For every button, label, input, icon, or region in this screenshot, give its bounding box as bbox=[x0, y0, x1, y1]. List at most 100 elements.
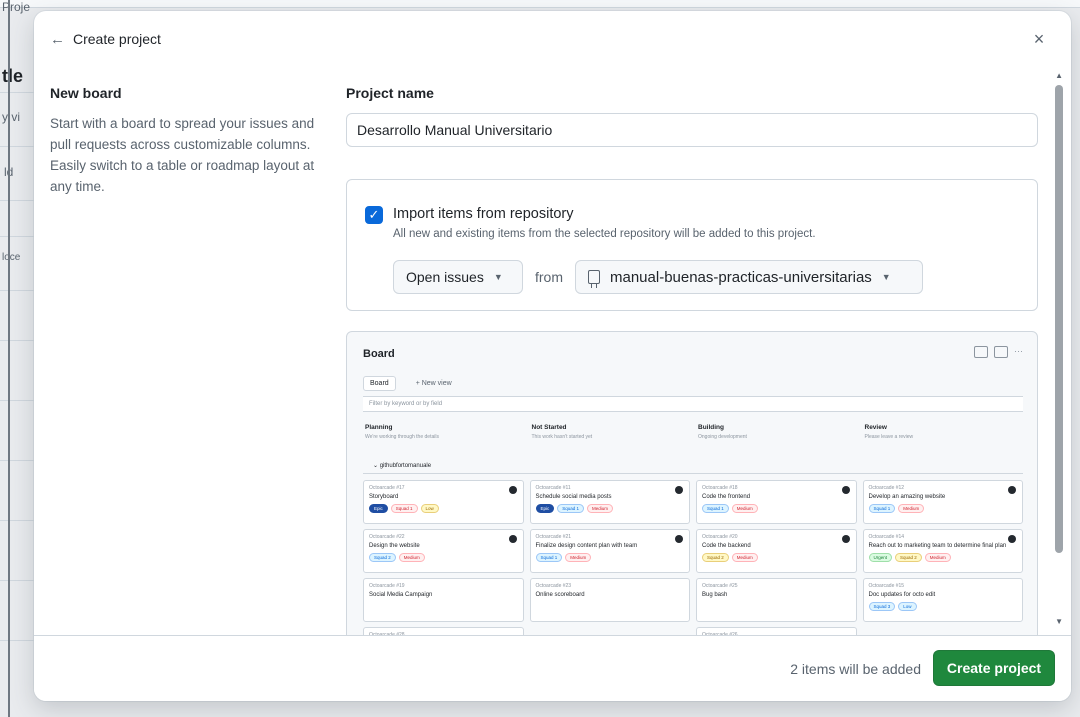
back-button[interactable]: ← Create project bbox=[50, 31, 161, 48]
board-preview-image: Board ··· Board + New view Filter by key… bbox=[346, 331, 1038, 651]
project-name-input[interactable] bbox=[346, 113, 1038, 147]
backdrop-divider bbox=[0, 290, 34, 291]
caret-down-icon: ▼ bbox=[881, 272, 891, 282]
repository-select[interactable]: manual-buenas-practicas-universitarias ▼ bbox=[575, 260, 923, 294]
collapse-icon: ⌄ bbox=[373, 463, 380, 469]
preview-card-meta: Octoarcade #20 bbox=[702, 534, 738, 540]
preview-card-label: Medium bbox=[924, 553, 951, 562]
avatar bbox=[508, 486, 517, 494]
dialog-header: ← Create project × bbox=[34, 11, 1071, 67]
issue-filter-label: Open issues bbox=[406, 269, 484, 285]
arrow-left-icon: ← bbox=[50, 30, 65, 48]
preview-card-label: Urgent bbox=[868, 553, 893, 562]
close-icon[interactable]: × bbox=[1029, 29, 1049, 49]
preview-card-label: Squad 1 bbox=[390, 504, 418, 513]
project-name-label: Project name bbox=[346, 85, 434, 101]
preview-card-meta: Octoarcade #15 bbox=[868, 583, 905, 589]
preview-card: Octoarcade #22 Design the website Squad 2M… bbox=[363, 529, 524, 573]
preview-card-meta: Octoarcade #18 bbox=[702, 485, 738, 491]
backdrop-divider bbox=[0, 146, 34, 147]
preview-card-label: Epic bbox=[369, 504, 388, 513]
backdrop-text: loce bbox=[2, 252, 21, 263]
scroll-down-icon[interactable]: ▼ bbox=[1055, 617, 1063, 626]
preview-group-header: ⌄ githubfortomanuale bbox=[363, 460, 1023, 474]
preview-column-header: Not Started This work hasn't started yet bbox=[530, 420, 691, 450]
preview-column-name: Review bbox=[864, 424, 887, 431]
preview-card-title: Social Media Campaign bbox=[369, 592, 433, 598]
preview-card-label: Medium bbox=[898, 504, 925, 513]
preview-tabs: Board + New view bbox=[363, 376, 458, 391]
import-checkbox[interactable]: ✓ bbox=[365, 206, 383, 224]
repository-name: manual-buenas-practicas-universitarias bbox=[610, 268, 872, 286]
caret-down-icon: ▼ bbox=[493, 272, 503, 282]
template-title: New board bbox=[50, 85, 122, 101]
preview-tab: Board bbox=[363, 376, 396, 391]
preview-card: Octoarcade #25 Bug bash bbox=[696, 578, 857, 622]
preview-card-label: Squad 1 bbox=[557, 504, 585, 513]
chart-icon bbox=[974, 346, 988, 358]
preview-column-header: Planning We're working through the detail… bbox=[363, 420, 524, 450]
preview-card: Octoarcade #19 Social Media Campaign bbox=[363, 578, 524, 622]
backdrop-divider bbox=[0, 400, 34, 401]
backdrop-divider bbox=[0, 460, 34, 461]
avatar bbox=[675, 486, 683, 494]
backdrop-divider bbox=[0, 236, 34, 237]
issue-filter-select[interactable]: Open issues ▼ bbox=[393, 260, 523, 294]
preview-card-label: Squad 2 bbox=[895, 553, 922, 562]
preview-column-cards: Octoarcade #18 Code the frontend Squad 1 Me… bbox=[696, 480, 857, 650]
preview-column-desc: This work hasn't started yet bbox=[531, 434, 593, 440]
preview-card-label: Epic bbox=[535, 504, 555, 513]
preview-column-desc: We're working through the details bbox=[365, 434, 439, 440]
create-project-button[interactable]: Create project bbox=[933, 650, 1055, 686]
preview-card-label: Medium bbox=[398, 553, 425, 562]
preview-column-cards: Octoarcade #11 Schedule social media post… bbox=[529, 480, 690, 650]
window-edge bbox=[8, 0, 10, 717]
import-panel: ✓ Import items from repository All new a… bbox=[346, 179, 1038, 311]
preview-card-label: Low bbox=[898, 602, 917, 611]
preview-card-meta: Octoarcade #14 bbox=[868, 534, 905, 540]
items-count-text: 2 items will be added bbox=[790, 661, 921, 677]
preview-card: Octoarcade #14 Reach out to marketing tea… bbox=[862, 529, 1023, 573]
preview-card-label: Squad 1 bbox=[702, 504, 729, 513]
dialog-footer: 2 items will be added Create project bbox=[34, 635, 1071, 701]
preview-column-desc: Ongoing development bbox=[698, 434, 747, 440]
dialog-scrollbar[interactable] bbox=[1055, 85, 1063, 553]
preview-card-meta: Octoarcade #11 bbox=[535, 485, 571, 491]
preview-cards: Octoarcade #17 Storyboard Epic Squad 1 Low Oc… bbox=[363, 480, 1023, 650]
preview-card-title: Doc updates for octo edit bbox=[868, 592, 936, 598]
backdrop-text: tle bbox=[2, 66, 24, 86]
preview-card-meta: Octoarcade #19 bbox=[369, 583, 405, 589]
preview-card: Octoarcade #23 Online scoreboard bbox=[529, 578, 690, 622]
scroll-up-icon[interactable]: ▲ bbox=[1055, 71, 1063, 80]
preview-column-cards: Octoarcade #12 Develop an amazing website… bbox=[862, 480, 1023, 650]
preview-group-label: githubfortomanuale bbox=[379, 463, 432, 469]
template-description: Start with a board to spread your issues… bbox=[50, 116, 315, 194]
preview-card-title: Code the backend bbox=[702, 543, 751, 549]
create-project-dialog: ← Create project × New board Start with … bbox=[34, 11, 1071, 701]
backdrop-divider bbox=[0, 92, 34, 93]
preview-card-meta: Octoarcade #12 bbox=[868, 485, 905, 491]
preview-card-label: Squad 1 bbox=[868, 504, 896, 513]
preview-column-header: Building Ongoing development bbox=[696, 420, 857, 450]
preview-card-label: Squad 1 bbox=[535, 553, 563, 562]
preview-card: Octoarcade #12 Develop an amazing website… bbox=[862, 480, 1023, 524]
preview-card: Octoarcade #21 Finalize design content pl… bbox=[529, 529, 690, 573]
preview-column-name: Building bbox=[698, 424, 724, 431]
backdrop-divider bbox=[0, 200, 34, 201]
import-description: All new and existing items from the sele… bbox=[393, 228, 816, 240]
backdrop-divider bbox=[0, 580, 34, 581]
preview-card-title: Code the frontend bbox=[702, 494, 751, 500]
preview-card-meta: Octoarcade #23 bbox=[535, 583, 572, 589]
backdrop-divider bbox=[0, 520, 34, 521]
preview-columns: Planning We're working through the detail… bbox=[363, 420, 1023, 450]
dialog-title: Create project bbox=[73, 31, 161, 47]
avatar bbox=[508, 535, 517, 543]
preview-card-title: Reach out to marketing team to determine… bbox=[868, 543, 1007, 549]
layout-icon bbox=[994, 346, 1008, 358]
avatar bbox=[841, 535, 850, 543]
preview-card-meta: Octoarcade #21 bbox=[535, 534, 572, 540]
preview-column-name: Not Started bbox=[531, 424, 567, 431]
preview-card-label: Squad 3 bbox=[868, 602, 896, 611]
preview-card-title: Storyboard bbox=[369, 494, 399, 500]
backdrop-topbar bbox=[0, 0, 1080, 8]
